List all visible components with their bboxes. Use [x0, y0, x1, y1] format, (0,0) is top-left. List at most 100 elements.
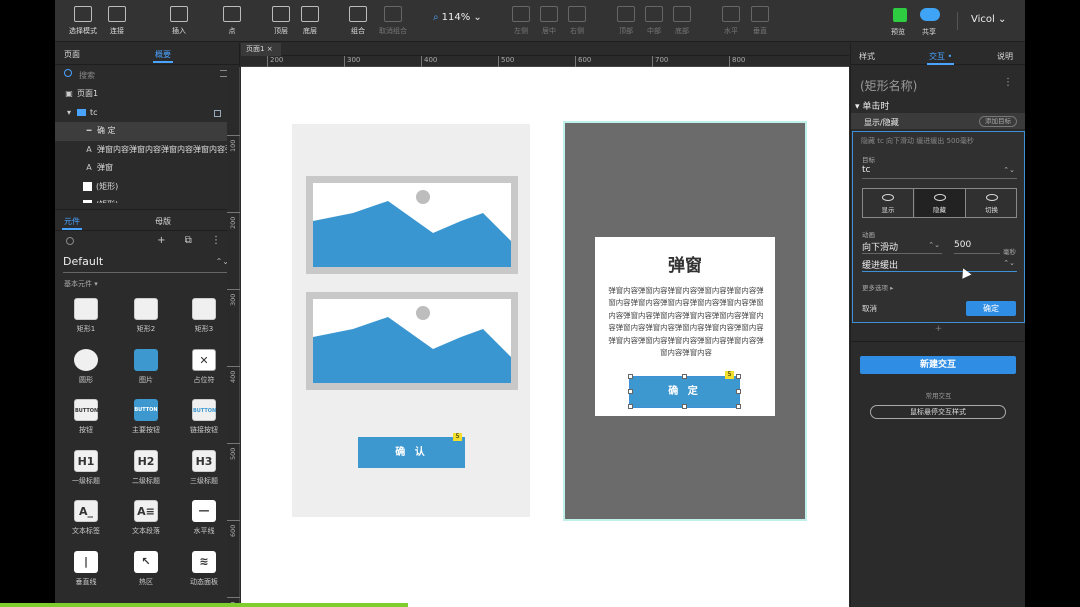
ruler-tick: 300 — [344, 56, 360, 67]
resize-handle[interactable] — [682, 374, 687, 379]
animation-value: 向下滑动 — [862, 243, 899, 253]
library-select[interactable]: Default ⌃⌄ — [63, 255, 231, 273]
search-input[interactable]: 搜索 — [79, 70, 95, 81]
outline-search[interactable]: 搜索 — [55, 65, 239, 85]
user-name: Vicol — [971, 14, 995, 25]
more-options-icon[interactable]: ⋮ — [1003, 77, 1013, 88]
toolbar-align-bottom-button[interactable]: 底部 — [662, 6, 702, 36]
toolbar-ungroup-button[interactable]: 取消组合 — [373, 6, 413, 36]
toolbar-group-button[interactable]: 组合 — [338, 6, 378, 36]
widget-item[interactable]: ≋ 动态面板 — [175, 550, 233, 587]
resize-handle[interactable] — [682, 404, 687, 409]
share-label[interactable]: 共享 — [922, 27, 936, 37]
widget-item[interactable]: H3 三级标题 — [175, 449, 233, 486]
resize-handle[interactable] — [628, 374, 633, 379]
resize-handle[interactable] — [628, 404, 633, 409]
tab-widgets[interactable]: 元件 — [62, 216, 82, 230]
widget-3-icon — [74, 348, 98, 371]
ok-button[interactable]: 确 定 — [629, 376, 740, 408]
resize-handle[interactable] — [628, 389, 633, 394]
modal-dialog[interactable]: 弹窗 弹窗内容弹窗内容弹窗内容弹窗内容弹窗内容弹窗内容弹窗内容弹窗内容弹窗内容弹… — [595, 237, 775, 416]
editor-ok-button[interactable]: 确定 — [966, 301, 1016, 316]
tab-notes[interactable]: 说明 — [997, 51, 1013, 62]
image-placeholder[interactable] — [306, 176, 518, 274]
tab-interactions[interactable]: 交互 • — [926, 51, 955, 65]
toolbar-send-back-button[interactable]: 底层 — [290, 6, 330, 36]
widget-item[interactable]: — 水平线 — [175, 500, 233, 536]
page-before-card[interactable]: 确 认 5 — [292, 124, 530, 517]
page-after-card[interactable]: 弹窗 弹窗内容弹窗内容弹窗内容弹窗内容弹窗内容弹窗内容弹窗内容弹窗内容弹窗内容弹… — [563, 121, 807, 521]
action-row[interactable]: 显示/隐藏 添加目标 — [851, 113, 1025, 129]
toolbar-align-right-button[interactable]: 右侧 — [557, 6, 597, 36]
visibility-option[interactable]: 切换 — [966, 189, 1017, 217]
target-label: 目标 — [862, 156, 875, 164]
widget-item[interactable]: H2 二级标题 — [117, 449, 175, 486]
widget-item[interactable]: BUTTON 主要按钮 — [117, 399, 175, 435]
outline-item[interactable]: ▾ tc — [55, 104, 239, 123]
toolbar-insert-button[interactable]: 插入 — [159, 6, 199, 36]
event-onclick[interactable]: ▾ 单击时 — [855, 99, 889, 112]
outline-item[interactable]: (矩形) — [55, 196, 239, 203]
page-tabs: 页面1 × — [241, 43, 849, 56]
duration-input[interactable]: 500 — [954, 240, 1000, 254]
outline-item[interactable]: A 弹窗内容弹窗内容弹窗内容弹窗内容弹窗内容 5 — [55, 141, 239, 160]
ruler-tick: 500 — [498, 56, 514, 67]
user-menu[interactable]: Vicol ⌄ — [971, 14, 1006, 25]
visibility-option[interactable]: 隐藏 — [914, 189, 966, 217]
preview-icon[interactable] — [893, 8, 907, 22]
widget-item[interactable]: ↖ 热区 — [117, 550, 175, 587]
hover-style-button[interactable]: 鼠标悬停交互样式 — [870, 405, 1006, 419]
library-search[interactable]: + ⧉ ⋮ — [55, 231, 239, 253]
animation-select[interactable]: 向下滑动 ⌃⌄ — [862, 240, 942, 254]
target-select[interactable]: tc ⌃⌄ — [862, 165, 1017, 179]
toolbar-point-button[interactable]: 点 — [212, 6, 252, 36]
widget-item[interactable]: 矩形1 — [57, 298, 115, 334]
toolbar-distribute-vertical-button[interactable]: 垂直 — [740, 6, 780, 36]
close-icon[interactable]: × — [267, 45, 273, 53]
ruler-tick-label: 300 — [229, 293, 237, 306]
widget-item[interactable]: 圆形 — [57, 348, 115, 385]
bring-front-icon — [272, 6, 290, 22]
outline-item[interactable]: ▣ 页面1 — [55, 85, 239, 104]
widget-item[interactable]: 图片 — [117, 348, 175, 385]
confirm-button[interactable]: 确 认 — [358, 437, 465, 468]
outline-item[interactable]: A 弹窗 — [55, 159, 239, 178]
widget-item[interactable]: 矩形2 — [117, 298, 175, 334]
resize-handle[interactable] — [736, 374, 741, 379]
chevron-updown-icon: ⌃⌄ — [1003, 259, 1015, 267]
cancel-button[interactable]: 取消 — [862, 303, 877, 314]
toolbar-connect-button[interactable]: 连接 — [97, 6, 137, 36]
tab-pages[interactable]: 页面 — [64, 49, 80, 60]
page-tab[interactable]: 页面1 × — [241, 43, 281, 56]
widget-category[interactable]: 基本元件 ▾ — [64, 279, 239, 289]
tab-masters[interactable]: 母版 — [155, 216, 171, 227]
widget-item[interactable]: A_ 文本标签 — [57, 500, 115, 536]
widget-item[interactable]: ✕ 占位符 — [175, 348, 233, 385]
library-actions[interactable]: + ⧉ ⋮ — [157, 235, 229, 246]
tab-outline[interactable]: 概要 — [153, 49, 173, 63]
widget-item[interactable]: | 垂直线 — [57, 550, 115, 587]
more-options-link[interactable]: 更多选项 ▸ — [862, 282, 893, 292]
resize-handle[interactable] — [736, 389, 741, 394]
zoom-dropdown[interactable]: ⌕ 114% ⌄ — [433, 12, 482, 23]
resize-handle[interactable] — [736, 404, 741, 409]
preview-label[interactable]: 预览 — [891, 27, 905, 37]
tab-style[interactable]: 样式 — [859, 51, 875, 62]
widget-item[interactable]: BUTTON 链接按钮 — [175, 399, 233, 435]
add-target-button[interactable]: 添加目标 — [979, 116, 1017, 127]
widget-item[interactable]: 矩形3 — [175, 298, 233, 334]
visibility-option[interactable]: 显示 — [863, 189, 914, 217]
widget-item[interactable]: BUTTON 按钮 — [57, 399, 115, 435]
design-canvas[interactable]: 确 认 5 弹窗 弹窗内容弹窗内容弹窗内容弹窗内容弹窗内容弹窗内容弹窗内容弹窗内… — [241, 67, 849, 607]
new-interaction-button[interactable]: 新建交互 — [860, 356, 1016, 374]
widget-item[interactable]: H1 一级标题 — [57, 449, 115, 486]
widget-item[interactable]: A≡ 文本段落 — [117, 500, 175, 536]
add-action-icon[interactable]: + — [851, 324, 1025, 334]
easing-select[interactable]: 缓进缓出 ⌃⌄ — [862, 258, 1017, 272]
outline-item[interactable]: (矩形) — [55, 178, 239, 197]
shape-name-field[interactable]: (矩形名称) — [860, 77, 917, 94]
share-cloud-icon[interactable] — [920, 8, 940, 21]
outline-item[interactable]: ━ 确 定 — [55, 122, 239, 141]
image-placeholder[interactable] — [306, 292, 518, 390]
ruler-tick-label: 500 — [229, 447, 237, 460]
